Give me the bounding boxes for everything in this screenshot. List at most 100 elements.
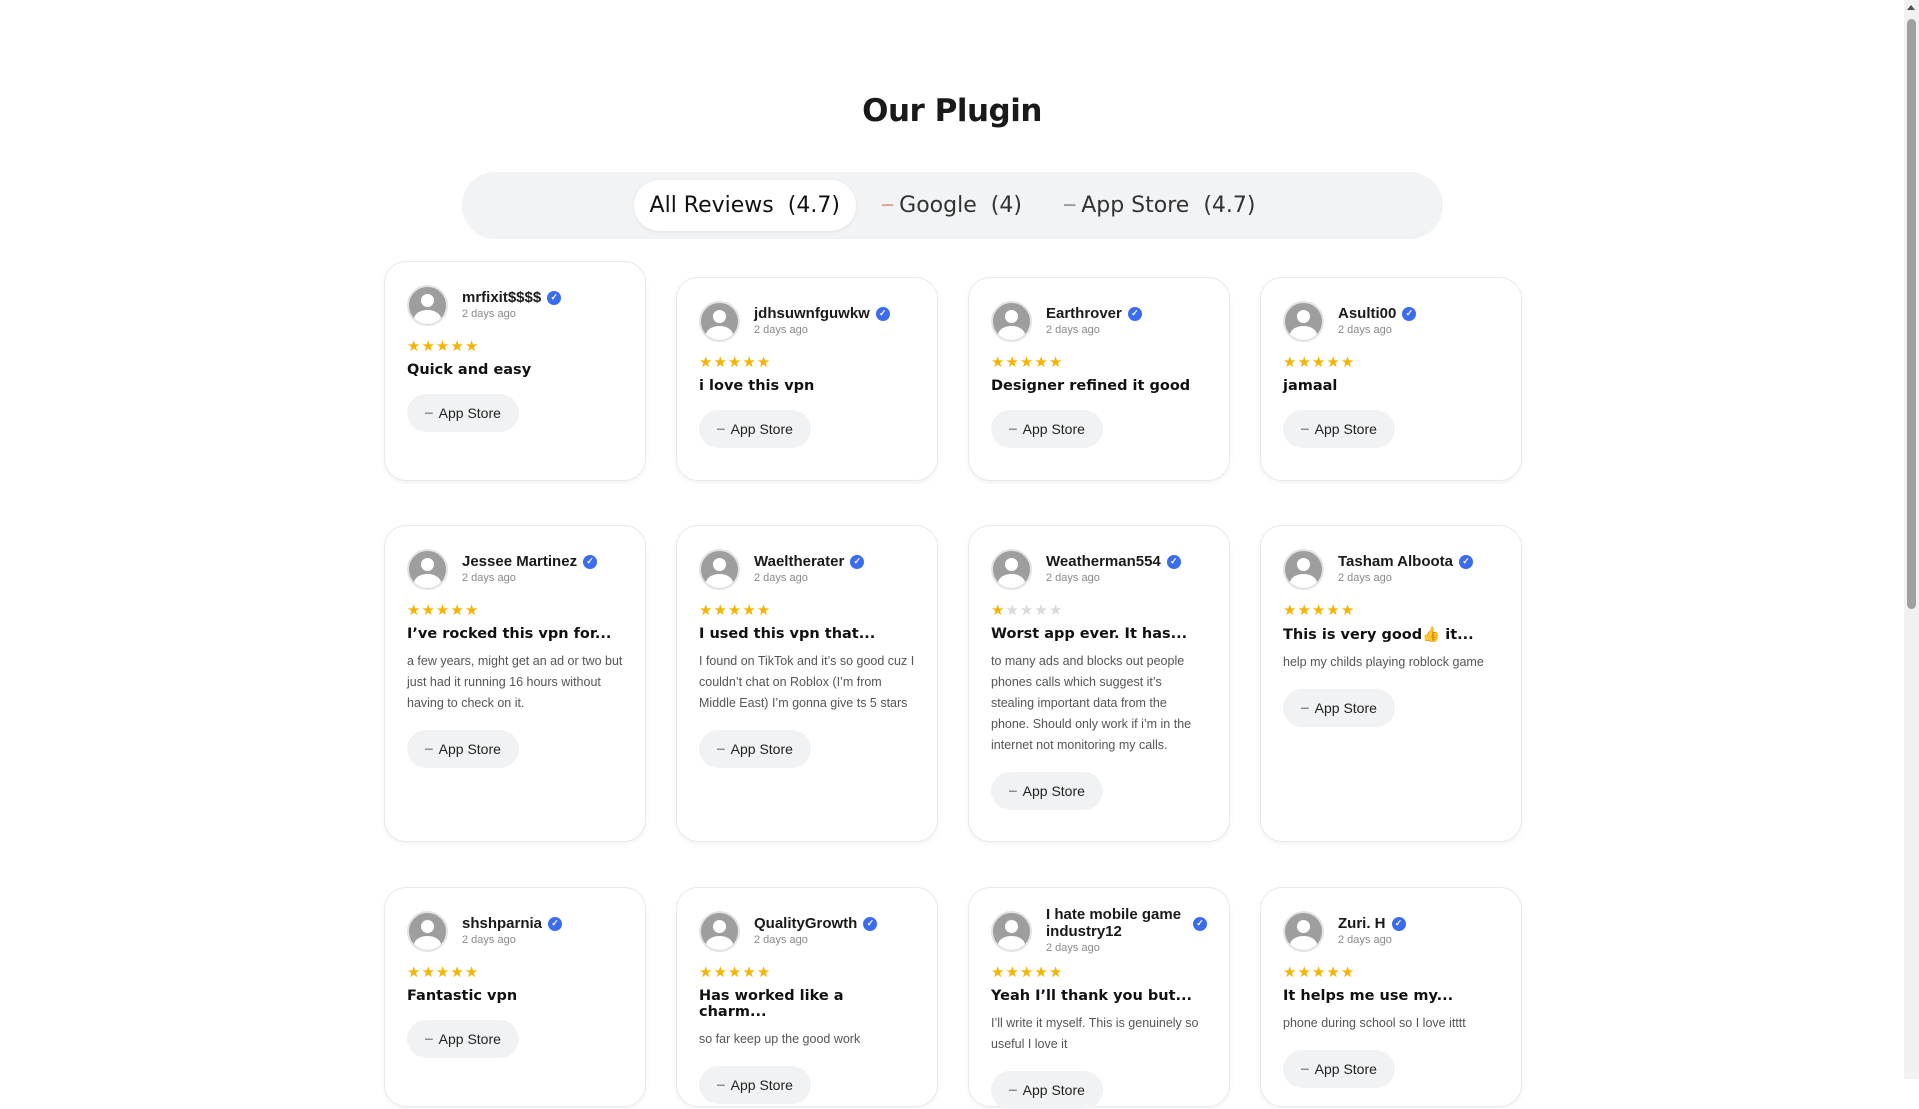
source-label: App Store bbox=[1022, 783, 1085, 799]
scrollbar[interactable] bbox=[1904, 0, 1919, 1079]
review-time: 2 days ago bbox=[1338, 572, 1392, 585]
review-time: 2 days ago bbox=[462, 308, 516, 321]
source-badge[interactable]: ━━ App Store bbox=[991, 410, 1103, 448]
star-icon: ★ bbox=[1005, 602, 1020, 619]
star-icon: ★ bbox=[464, 964, 480, 981]
review-card: Tasham Alboota ✓ 2 days ago ★★★★★ This is ve… bbox=[1260, 525, 1522, 842]
reviewer-name: jdhsuwnfguwkw bbox=[754, 304, 870, 322]
source-badge[interactable]: ━━ App Store bbox=[407, 1020, 519, 1058]
review-time: 2 days ago bbox=[1046, 324, 1100, 337]
review-card: Jessee Martinez ✓ 2 days ago ★★★★★ I’ve rock… bbox=[384, 525, 646, 842]
review-time: 2 days ago bbox=[1046, 572, 1100, 585]
app-store-icon: ━━ bbox=[1301, 703, 1309, 713]
reviewer-info: shshparnia ✓ 2 days ago bbox=[462, 915, 563, 947]
source-badge[interactable]: ━━ App Store bbox=[991, 772, 1103, 810]
star-icon: ★ bbox=[1340, 964, 1356, 981]
review-body: a few years, might get an ad or two but … bbox=[407, 654, 623, 710]
avatar bbox=[991, 910, 1032, 952]
review-card: mrfixit$$$$ ✓ 2 days ago ★★★★★ Quick and eas… bbox=[384, 261, 646, 481]
avatar bbox=[699, 300, 740, 342]
star-rating: ★★★★★ bbox=[991, 963, 1207, 981]
star-icon: ★ bbox=[435, 602, 451, 619]
tab-count: (4.7) bbox=[1203, 193, 1256, 218]
app-store-icon: ━━ bbox=[1301, 424, 1309, 434]
star-icon: ★ bbox=[1048, 964, 1064, 981]
reviewer-name: Earthrover bbox=[1046, 304, 1122, 322]
review-card: jdhsuwnfguwkw ✓ 2 days ago ★★★★★ i love this… bbox=[676, 277, 938, 481]
star-icon: ★ bbox=[407, 338, 422, 355]
source-badge[interactable]: ━━ App Store bbox=[699, 1066, 811, 1104]
tab-google[interactable]: ━━ Google (4) bbox=[866, 180, 1038, 231]
star-icon: ★ bbox=[1297, 602, 1312, 619]
star-rating: ★★★★★ bbox=[1283, 353, 1499, 371]
reviewer-name: mrfixit$$$$ bbox=[462, 288, 542, 306]
star-icon: ★ bbox=[407, 964, 422, 981]
star-icon: ★ bbox=[450, 338, 465, 355]
star-icon: ★ bbox=[742, 964, 757, 981]
star-icon: ★ bbox=[727, 964, 743, 981]
star-icon: ★ bbox=[1019, 964, 1035, 981]
star-icon: ★ bbox=[713, 964, 728, 981]
star-icon: ★ bbox=[450, 602, 465, 619]
tab-label: Google bbox=[899, 193, 977, 218]
review-title: Has worked like a charm... bbox=[699, 988, 844, 1020]
star-rating: ★★★★★ bbox=[991, 353, 1207, 371]
source-badge[interactable]: ━━ App Store bbox=[1283, 410, 1395, 448]
verified-badge-icon: ✓ bbox=[1459, 554, 1474, 569]
avatar bbox=[407, 910, 448, 952]
star-icon: ★ bbox=[421, 338, 436, 355]
star-icon: ★ bbox=[464, 602, 480, 619]
review-title: It helps me use my... bbox=[1283, 988, 1454, 1004]
source-label: App Store bbox=[1314, 1061, 1377, 1077]
star-icon: ★ bbox=[756, 354, 772, 371]
star-icon: ★ bbox=[1019, 602, 1035, 619]
star-icon: ★ bbox=[1005, 354, 1020, 371]
tab-app-store[interactable]: ━━ App Store (4.7) bbox=[1048, 180, 1272, 231]
source-badge[interactable]: ━━ App Store bbox=[991, 1071, 1103, 1109]
star-icon: ★ bbox=[742, 354, 757, 371]
app-store-icon: ━━ bbox=[425, 744, 433, 754]
review-title: Worst app ever. It has... bbox=[991, 626, 1188, 642]
avatar bbox=[991, 300, 1032, 342]
star-icon: ★ bbox=[756, 602, 772, 619]
review-header: I hate mobile game industry12 ✓ 2 days ago bbox=[991, 907, 1207, 954]
reviewer-info: Earthrover ✓ 2 days ago bbox=[1046, 304, 1142, 337]
reviewer-name: Waeltherater bbox=[754, 552, 845, 570]
source-badge[interactable]: ━━ App Store bbox=[1283, 1050, 1395, 1088]
tab-all-reviews[interactable]: All Reviews (4.7) bbox=[633, 180, 856, 231]
app-store-icon: ━━ bbox=[717, 424, 725, 434]
scroll-thumb[interactable] bbox=[1907, 19, 1916, 609]
reviewer-name: Jessee Martinez bbox=[462, 552, 578, 570]
review-body: help my childs playing roblock game bbox=[1283, 655, 1484, 669]
review-title: Quick and easy bbox=[407, 362, 532, 378]
review-header: Zuri. H ✓ 2 days ago bbox=[1283, 910, 1499, 952]
review-header: Earthrover ✓ 2 days ago bbox=[991, 300, 1207, 342]
source-badge[interactable]: ━━ App Store bbox=[699, 410, 811, 448]
star-icon: ★ bbox=[1005, 964, 1020, 981]
reviewer-name-row: Asulti00 ✓ bbox=[1338, 305, 1417, 323]
app-store-icon: ━━ bbox=[717, 1080, 725, 1090]
reviewer-name: Zuri. H bbox=[1338, 914, 1386, 932]
review-time: 2 days ago bbox=[462, 572, 516, 585]
source-badge[interactable]: ━━ App Store bbox=[407, 730, 519, 768]
source-label: App Store bbox=[438, 405, 501, 421]
reviewer-name-row: QualityGrowth ✓ bbox=[754, 914, 878, 933]
source-badge[interactable]: ━━ App Store bbox=[699, 730, 811, 768]
review-time: 2 days ago bbox=[1338, 934, 1392, 947]
star-icon: ★ bbox=[1283, 964, 1298, 981]
reviewer-info: Jessee Martinez ✓ 2 days ago bbox=[462, 552, 598, 585]
review-body: to many ads and blocks out people phones… bbox=[991, 654, 1192, 752]
reviewer-name-row: jdhsuwnfguwkw ✓ bbox=[754, 304, 890, 323]
source-badge[interactable]: ━━ App Store bbox=[1283, 689, 1395, 727]
review-header: Tasham Alboota ✓ 2 days ago bbox=[1283, 548, 1499, 590]
source-badge[interactable]: ━━ App Store bbox=[407, 394, 519, 432]
verified-badge-icon: ✓ bbox=[863, 916, 878, 931]
star-icon: ★ bbox=[1326, 964, 1341, 981]
scroll-up-arrow-icon[interactable] bbox=[1907, 5, 1915, 10]
review-title: Designer refined it good bbox=[991, 378, 1191, 394]
star-icon: ★ bbox=[435, 338, 451, 355]
reviewer-info: Zuri. H ✓ 2 days ago bbox=[1338, 914, 1406, 947]
reviewer-name: QualityGrowth bbox=[754, 914, 858, 932]
review-header: Jessee Martinez ✓ 2 days ago bbox=[407, 548, 623, 590]
reviewer-info: mrfixit$$$$ ✓ 2 days ago bbox=[462, 288, 562, 321]
